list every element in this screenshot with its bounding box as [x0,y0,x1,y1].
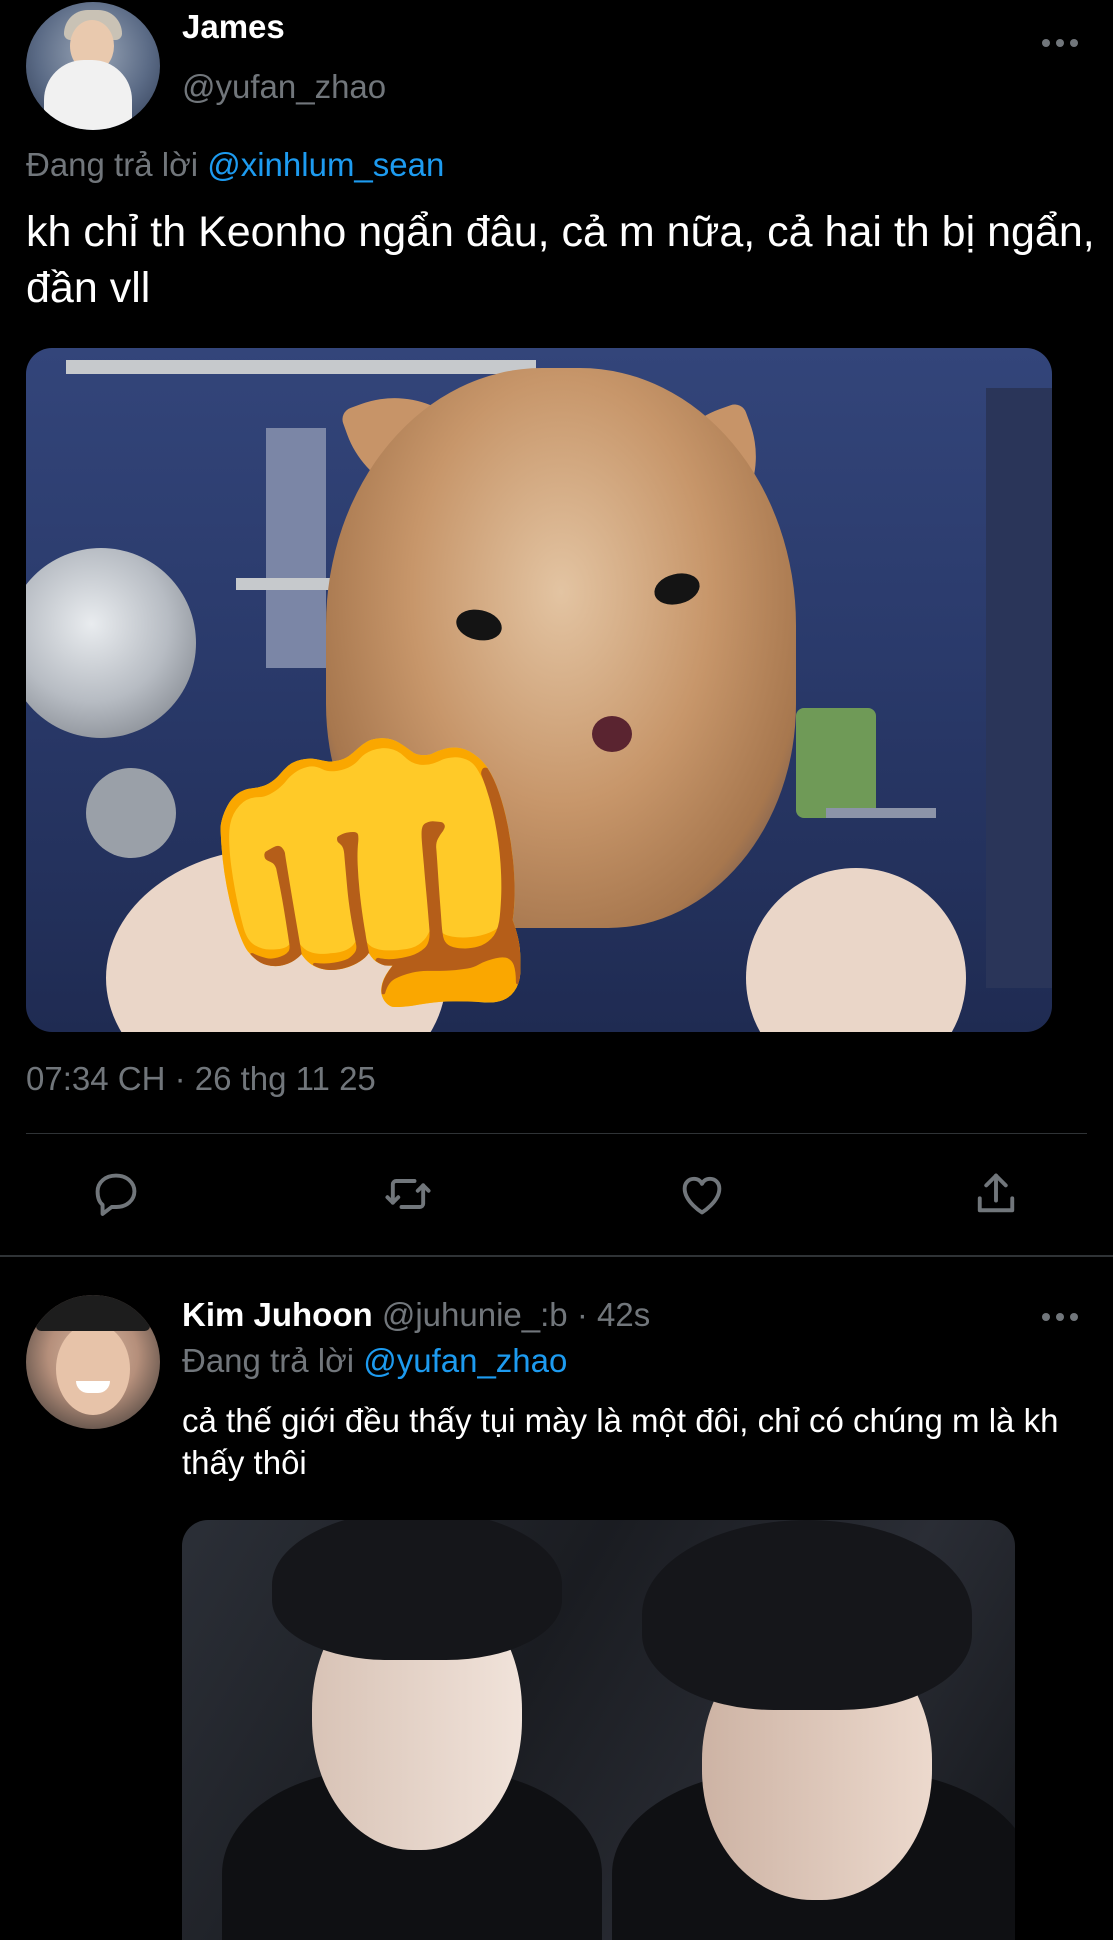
kitten-mouth [592,716,632,752]
replying-to-mention[interactable]: @yufan_zhao [363,1342,567,1379]
reply-tweet-text: cả thế giới đều thấy tụi mày là một đôi,… [182,1402,1059,1481]
reply-author-handle[interactable]: @juhunie_:b [382,1296,568,1333]
replying-to-line: Đang trả lời @xinhlum_sean [26,146,444,184]
more-options-icon[interactable] [1042,1312,1078,1322]
reply-header: Kim Juhoon @juhunie_:b · 42s [182,1296,650,1334]
more-options-icon[interactable] [1042,38,1078,48]
separator-dot: · [576,1296,588,1333]
author-avatar[interactable] [26,2,160,130]
avatar-face [56,1323,130,1415]
reply-age[interactable]: 42s [597,1296,650,1333]
kitchen-canister [266,428,326,668]
hand-right [746,868,966,1032]
tweet-media-image[interactable]: 👊 [26,348,1052,1032]
tweet-timestamp[interactable]: 07:34 CH · 26 thg 11 25 [26,1060,376,1098]
hanging-pot [26,548,196,738]
reply-media-image[interactable] [182,1520,1015,1940]
reply-icon[interactable] [90,1168,142,1220]
fist-emoji-icon: 👊 [186,710,560,1032]
avatar-cap [36,1295,150,1331]
right-shelf [826,808,936,818]
green-bowl [796,708,876,818]
retweet-icon[interactable] [382,1168,434,1220]
tweet-text: kh chỉ th Keonho ngẩn đâu, cả m nữa, cả … [26,208,1095,312]
replying-to-mention[interactable]: @xinhlum_sean [207,146,444,183]
reply-author-name[interactable]: Kim Juhoon [182,1296,373,1333]
author-name[interactable]: James [182,8,285,46]
divider [26,1133,1087,1134]
replying-to-label: Đang trả lời [26,146,199,183]
author-handle[interactable]: @yufan_zhao [182,68,386,106]
person-left-hair [272,1520,562,1660]
heart-icon[interactable] [676,1168,728,1220]
avatar-shirt [44,60,132,130]
replying-to-line: Đang trả lời @yufan_zhao [182,1342,567,1380]
hanging-ladle [86,768,176,858]
kitchen-shelf [66,360,536,374]
person-right-hair [642,1520,972,1710]
fridge-side [986,388,1052,988]
thread-divider [0,1255,1113,1257]
replying-to-label: Đang trả lời [182,1342,355,1379]
reply-author-avatar[interactable] [26,1295,160,1429]
share-icon[interactable] [970,1168,1022,1220]
